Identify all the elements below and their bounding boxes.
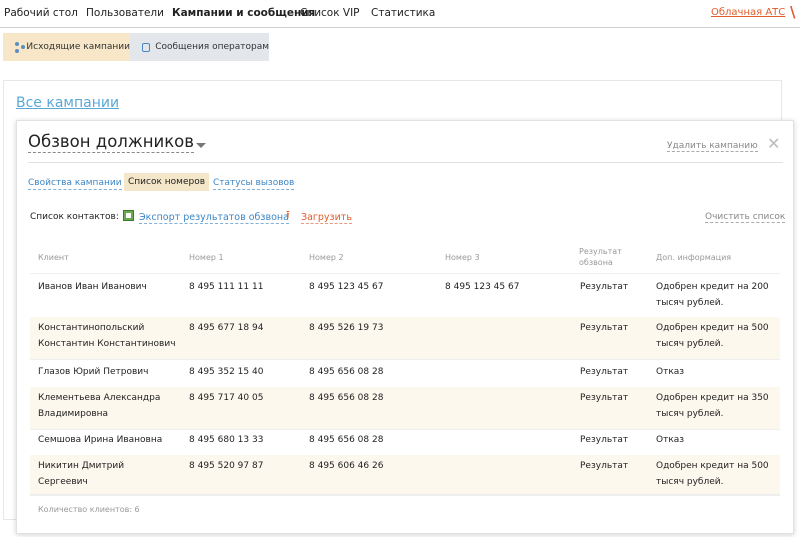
- divider: [30, 359, 780, 360]
- extra-info: Одобрен кредит на 200: [656, 282, 769, 292]
- column-header-result-line2: обзвона: [579, 258, 613, 267]
- upload-icon[interactable]: ⭱: [286, 209, 290, 220]
- nav-campaigns[interactable]: Кампании и сообщения: [172, 7, 315, 19]
- client-name: Иванов Иван Иванович: [38, 282, 147, 292]
- column-header-number-1: Номер 1: [189, 253, 224, 262]
- phone-number-1: 8 495 677 18 94: [189, 323, 264, 333]
- subtab-operator-messages[interactable]: Сообщения операторам: [130, 33, 269, 61]
- call-result: Результат: [580, 282, 629, 292]
- subtab-outgoing-campaigns[interactable]: Исходящие кампании: [3, 33, 130, 61]
- extra-info: тысяч рублей.: [656, 409, 724, 419]
- contacts-label: Список контактов:: [30, 212, 119, 222]
- phone-number-1: 8 495 520 97 87: [189, 461, 264, 471]
- spreadsheet-icon[interactable]: [123, 210, 134, 221]
- phone-number-2: 8 495 606 46 26: [309, 461, 384, 471]
- extra-info: тысяч рублей.: [656, 339, 724, 349]
- extra-info: Одобрен кредит на 350: [656, 393, 769, 403]
- extra-info: Одобрен кредит на 500: [656, 323, 769, 333]
- call-result: Результат: [580, 367, 629, 377]
- upload-link[interactable]: Загрузить: [301, 212, 352, 224]
- divider: [28, 162, 783, 163]
- subtab-operators-label: Сообщения операторам: [155, 42, 269, 52]
- all-campaigns-link[interactable]: Все кампании: [16, 95, 119, 111]
- extra-info: Отказ: [656, 435, 685, 445]
- extra-info: Отказ: [656, 367, 685, 377]
- chevron-down-icon[interactable]: [196, 143, 206, 148]
- phone-number-2: 8 495 656 08 28: [309, 435, 384, 445]
- tab-number-list[interactable]: Список номеров: [124, 173, 210, 191]
- close-icon[interactable]: ✕: [767, 136, 780, 152]
- phone-number-2: 8 495 123 45 67: [309, 282, 384, 292]
- phone-number-2: 8 495 656 08 28: [309, 393, 384, 403]
- phone-number-3: 8 495 123 45 67: [445, 282, 520, 292]
- column-header-number-2: Номер 2: [309, 253, 344, 262]
- client-name: Клементьева Александра: [38, 393, 161, 403]
- phone-number-1: 8 495 717 40 05: [189, 393, 264, 403]
- extra-info: Одобрен кредит на 500: [656, 461, 769, 471]
- extra-info: тысяч рублей.: [656, 477, 724, 487]
- network-icon: [15, 41, 25, 53]
- phone-number-2: 8 495 526 19 73: [309, 323, 384, 333]
- call-result: Результат: [580, 435, 629, 445]
- column-header-extra-info: Доп. информация: [656, 253, 732, 262]
- client-name: Константин Константинович: [38, 339, 176, 349]
- column-header-client: Клиент: [38, 253, 69, 262]
- client-name: Константинопольский: [38, 323, 145, 333]
- extra-info: тысяч рублей.: [656, 298, 724, 308]
- campaign-title-dropdown[interactable]: Обзвон должников: [28, 132, 194, 153]
- nav-users[interactable]: Пользователи: [86, 7, 164, 19]
- client-name: Владимировна: [38, 409, 109, 419]
- phone-number-1: 8 495 352 15 40: [189, 367, 264, 377]
- phone-number-1: 8 495 111 11 11: [189, 282, 264, 292]
- export-results-link[interactable]: Экспорт результатов обзвона: [139, 212, 289, 224]
- nav-vip-list[interactable]: Список VIP: [300, 7, 360, 19]
- clear-list-link[interactable]: Очистить список: [705, 212, 786, 223]
- nav-statistics[interactable]: Статистика: [371, 7, 435, 19]
- client-name: Сергеевич: [38, 477, 88, 487]
- tab-campaign-properties[interactable]: Свойства кампании: [28, 177, 122, 190]
- tab-call-statuses[interactable]: Статусы вызовов: [213, 177, 295, 190]
- delete-campaign-link[interactable]: Удалить кампанию: [667, 141, 758, 152]
- phone-number-1: 8 495 680 13 33: [189, 435, 264, 445]
- call-result: Результат: [580, 323, 629, 333]
- divider: [30, 494, 780, 495]
- divider: [30, 495, 780, 496]
- top-nav: Рабочий стол Пользователи Кампании и соо…: [0, 0, 800, 28]
- nav-desktop[interactable]: Рабочий стол: [4, 7, 78, 19]
- column-header-number-3: Номер 3: [445, 253, 480, 262]
- client-name: Никитин Дмитрий: [38, 461, 125, 471]
- nav-overflow-mark[interactable]: \: [790, 3, 795, 21]
- client-name: Глазов Юрий Петрович: [38, 367, 149, 377]
- chat-icon: [142, 42, 151, 52]
- divider: [30, 273, 780, 274]
- client-name: Семшова Ирина Ивановна: [38, 435, 163, 445]
- subtab-outgoing-label: Исходящие кампании: [26, 42, 130, 52]
- client-count: Количество клиентов: 6: [38, 505, 140, 514]
- call-result: Результат: [580, 461, 629, 471]
- call-result: Результат: [580, 393, 629, 403]
- cloud-pbx-link[interactable]: Облачная АТС: [711, 7, 785, 18]
- phone-number-2: 8 495 656 08 28: [309, 367, 384, 377]
